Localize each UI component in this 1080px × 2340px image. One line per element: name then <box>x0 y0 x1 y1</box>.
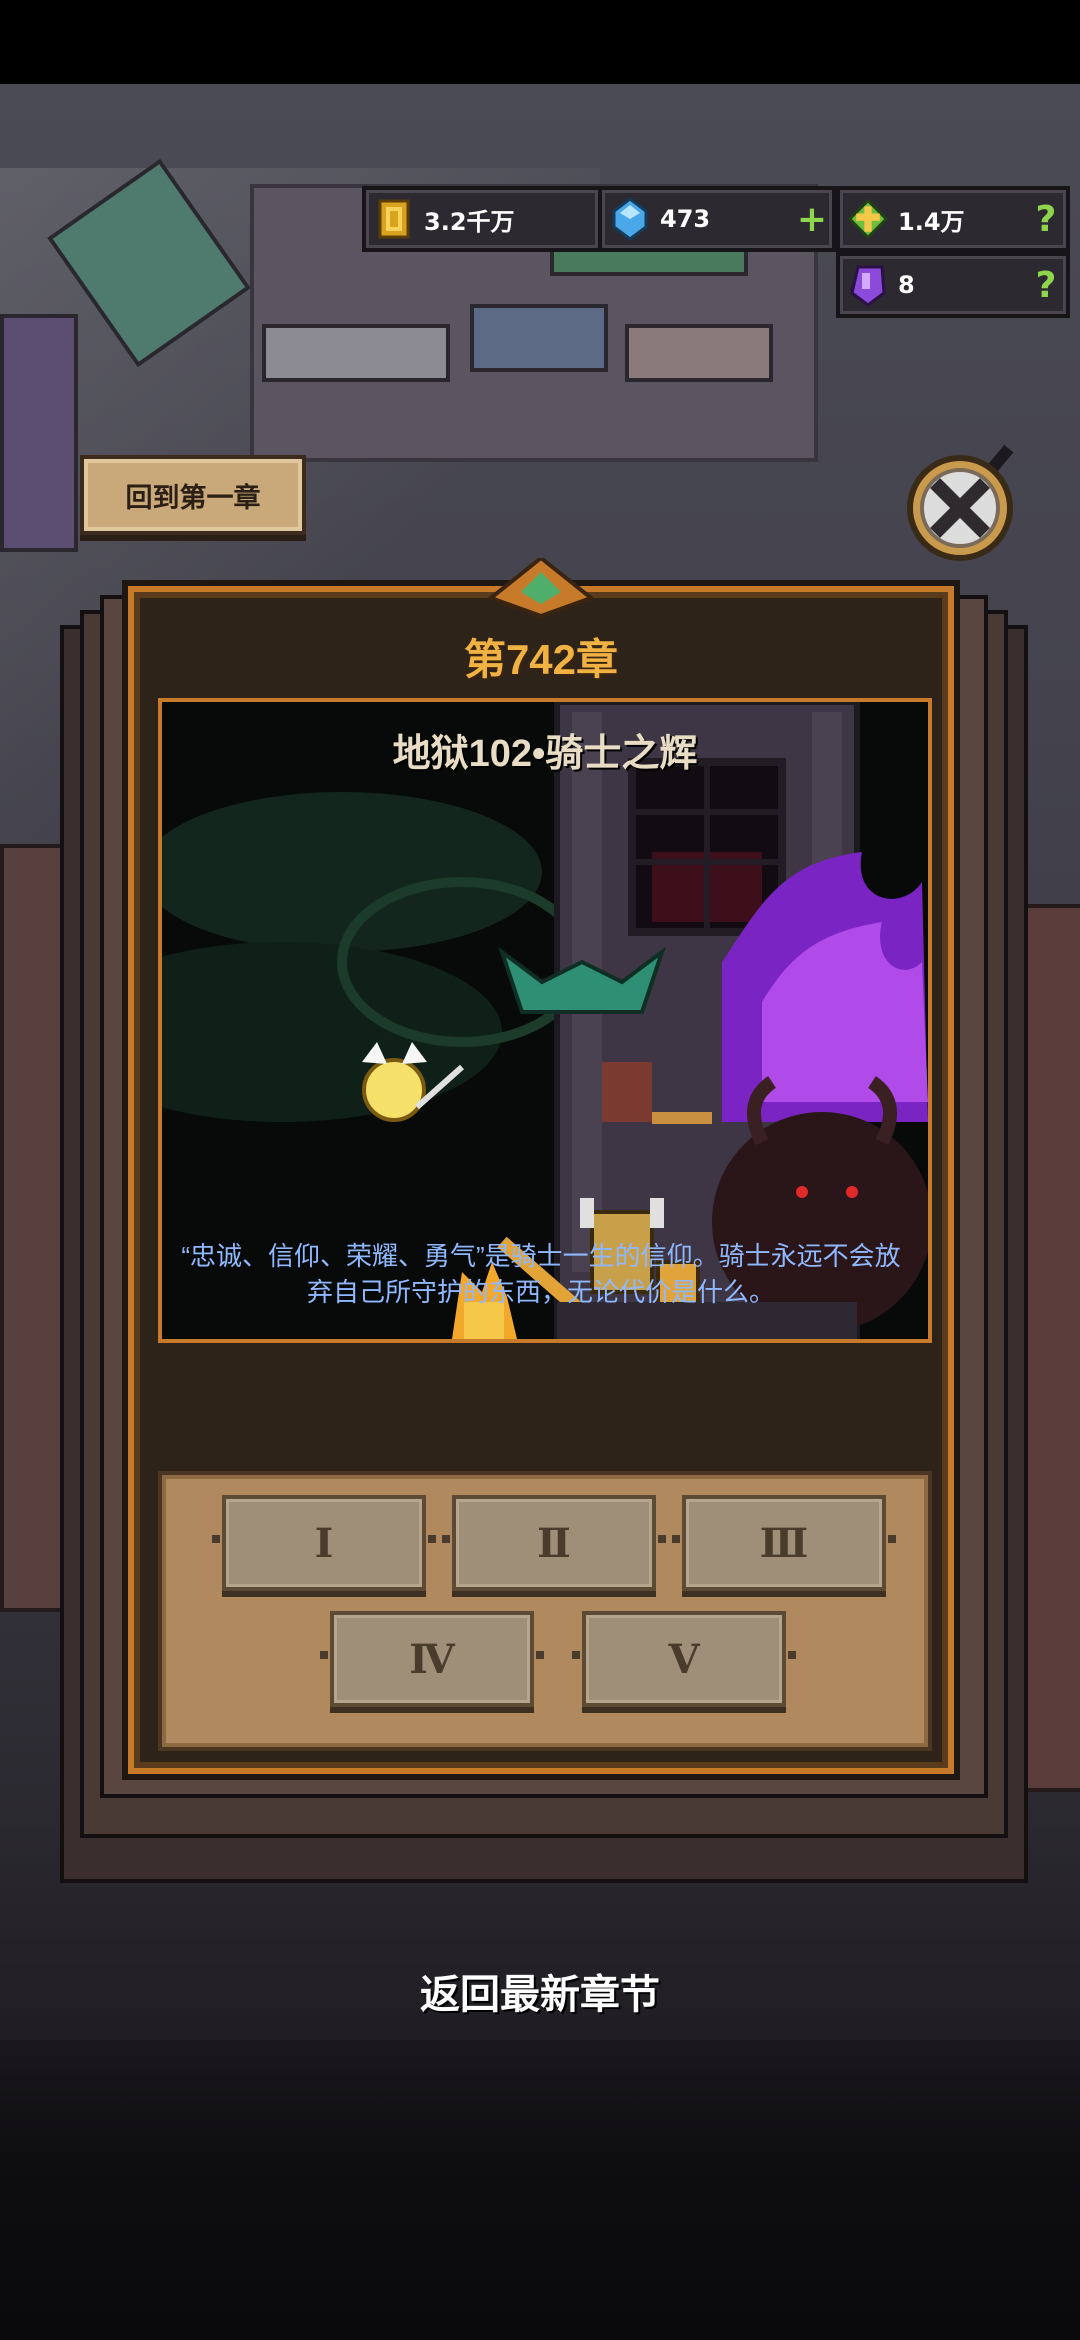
difficulty-4-button[interactable]: Ⅳ <box>320 1611 544 1707</box>
difficulty-1-button[interactable]: Ⅰ <box>212 1495 436 1591</box>
close-magnifier-icon[interactable] <box>900 440 1030 570</box>
back-to-first-chapter-button[interactable]: 回到第一章 <box>80 455 306 535</box>
game-screen: 3.2千万 473 + 1.4万 ? 8 ? 回到第一章 第742章 地狱102… <box>0 0 1080 2340</box>
add-gems-button[interactable]: + <box>792 199 832 240</box>
shelf-book <box>625 324 773 382</box>
holy-value: 1.4万 <box>898 207 965 236</box>
shelf-book <box>262 324 450 382</box>
difficulty-panel: Ⅰ Ⅱ Ⅲ Ⅳ Ⅴ <box>158 1471 932 1751</box>
story-text: “忠诚、信仰、荣耀、勇气”是骑士一生的信仰。骑士永远不会放弃自己所守护的东西，无… <box>181 1241 901 1307</box>
difficulty-5-button[interactable]: Ⅴ <box>572 1611 796 1707</box>
chapter-card: 第742章 地狱102•骑士之辉 “忠诚、信仰、荣耀、勇气”是骑士一生的信仰。骑… <box>122 558 960 1780</box>
chapter-title: 第742章 <box>463 635 619 683</box>
crystal-value: 8 <box>898 271 915 299</box>
shelf-book <box>470 304 608 372</box>
gem-counter: 473 + <box>598 186 836 252</box>
crystal-help-button[interactable]: ? <box>1026 265 1066 306</box>
blue-gem-icon <box>610 197 650 241</box>
gold-counter: 3.2千万 <box>362 186 602 252</box>
difficulty-3-button[interactable]: Ⅲ <box>672 1495 896 1591</box>
holy-counter: 1.4万 ? <box>836 186 1070 252</box>
difficulty-2-button[interactable]: Ⅱ <box>442 1495 666 1591</box>
stage-title: 地狱102•骑士之辉 <box>392 733 698 775</box>
holy-help-button[interactable]: ? <box>1026 199 1066 240</box>
crystal-counter: 8 ? <box>836 252 1070 318</box>
back-to-latest-chapter-button[interactable]: 返回最新章节 <box>0 1962 1080 2020</box>
bottom-shadow <box>0 2040 1080 2340</box>
purple-crystal-icon <box>848 265 888 307</box>
golden-cross-icon <box>848 198 888 240</box>
shelf-book <box>0 314 78 552</box>
gold-coin-icon <box>374 199 414 239</box>
gold-value: 3.2千万 <box>424 207 515 236</box>
status-bar-area <box>0 0 1080 84</box>
gem-value: 473 <box>660 205 711 233</box>
